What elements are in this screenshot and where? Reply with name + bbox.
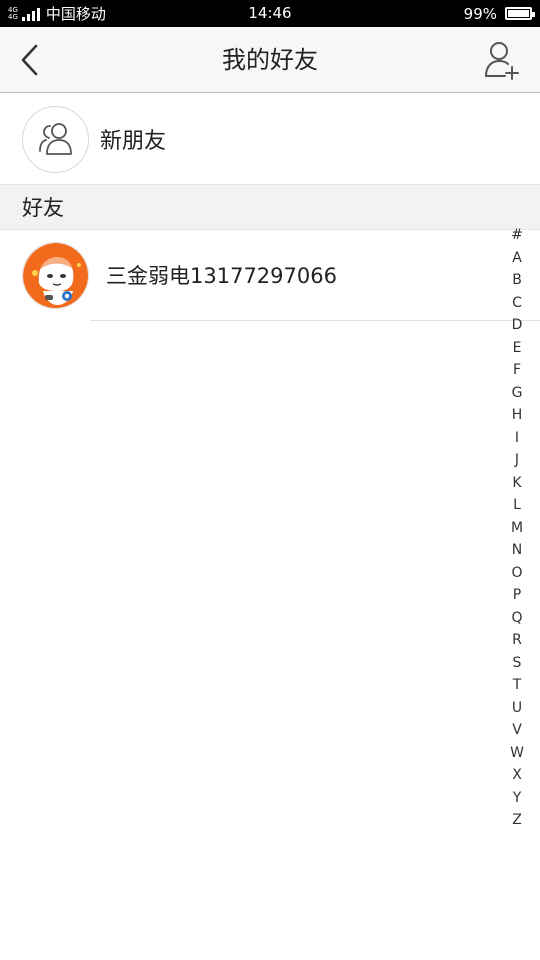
index-letter[interactable]: E [505,337,529,360]
index-letter[interactable]: L [505,494,529,517]
battery-icon [505,7,535,20]
new-friends-avatar [22,105,89,173]
battery-percent: 99% [463,4,497,23]
index-letter[interactable]: M [505,517,529,540]
friends-section-header: 好友 [0,184,540,230]
group-icon [38,123,72,155]
index-letter[interactable]: X [505,764,529,787]
index-letter[interactable]: H [505,404,529,427]
index-letter[interactable]: J [505,449,529,472]
status-right: 99% [463,0,535,27]
index-letter[interactable]: W [505,742,529,765]
add-friend-button[interactable] [482,39,522,81]
add-user-icon [485,42,519,80]
chevron-left-icon [21,44,38,76]
battery-fill [508,10,529,17]
index-letter[interactable]: Z [505,809,529,832]
new-friends-label: 新朋友 [100,129,167,154]
divider [90,320,540,321]
index-letter[interactable]: V [505,719,529,742]
page-title: 我的好友 [222,46,318,74]
index-letter[interactable]: P [505,584,529,607]
index-letter[interactable]: U [505,697,529,720]
index-letter[interactable]: N [505,539,529,562]
back-button[interactable] [14,41,44,79]
index-letter[interactable]: R [505,629,529,652]
index-letter[interactable]: G [505,382,529,405]
index-letter[interactable]: K [505,472,529,495]
index-letter[interactable]: A [505,247,529,270]
title-bar: 我的好友 [0,27,540,93]
cartoon-avatar-icon [23,243,88,308]
index-letter[interactable]: C [505,292,529,315]
index-letter[interactable]: D [505,314,529,337]
index-letter[interactable]: Q [505,607,529,630]
index-letter[interactable]: S [505,652,529,675]
index-letter[interactable]: Y [505,787,529,810]
friend-list-item[interactable]: 三金弱电13177297066 [0,231,540,321]
index-letter[interactable]: # [505,224,529,247]
index-letter[interactable]: O [505,562,529,585]
avatar [22,242,89,309]
index-letter[interactable]: I [505,427,529,450]
index-letter[interactable]: F [505,359,529,382]
status-bar: 4G 4G 中国移动 14:46 99% [0,0,540,27]
section-title: 好友 [22,196,64,220]
new-friends-entry[interactable]: 新朋友 [0,94,540,184]
status-time: 14:46 [248,4,292,22]
alphabet-index[interactable]: # A B C D E F G H I J K L M N O P Q R S T U V W X Y Z [505,224,529,832]
index-letter[interactable]: T [505,674,529,697]
index-letter[interactable]: B [505,269,529,292]
friend-name: 三金弱电13177297066 [106,264,337,288]
